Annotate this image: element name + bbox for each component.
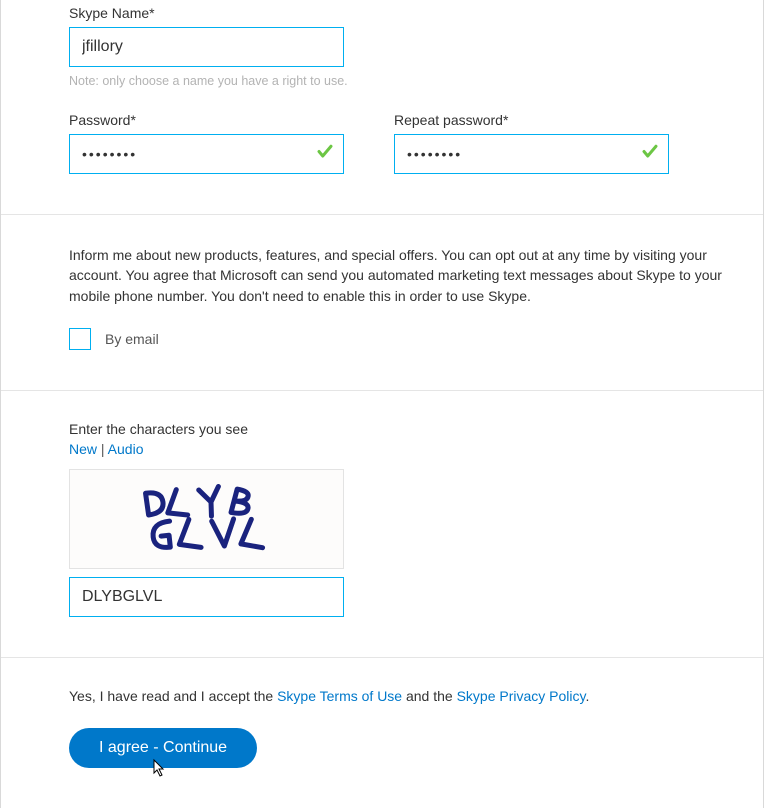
skype-name-label: Skype Name* <box>69 5 731 21</box>
terms-of-use-link[interactable]: Skype Terms of Use <box>277 688 402 704</box>
email-checkbox[interactable] <box>69 328 91 350</box>
terms-section: Yes, I have read and I accept the Skype … <box>1 657 763 808</box>
marketing-section: Inform me about new products, features, … <box>1 214 763 390</box>
repeat-password-input[interactable] <box>394 134 669 174</box>
agree-continue-button[interactable]: I agree - Continue <box>69 728 257 768</box>
password-label: Password* <box>69 112 344 128</box>
skype-name-hint: Note: only choose a name you have a righ… <box>69 74 731 88</box>
captcha-section: Enter the characters you see New | Audio <box>1 390 763 657</box>
captcha-new-link[interactable]: New <box>69 441 97 457</box>
captcha-input[interactable] <box>69 577 344 617</box>
check-icon <box>316 143 334 166</box>
password-input[interactable] <box>69 134 344 174</box>
credentials-section: Skype Name* Note: only choose a name you… <box>1 0 763 214</box>
email-checkbox-label: By email <box>105 331 159 347</box>
captcha-prompt: Enter the characters you see <box>69 421 731 437</box>
skype-name-input[interactable] <box>69 27 344 67</box>
captcha-image <box>69 469 344 569</box>
repeat-password-label: Repeat password* <box>394 112 669 128</box>
privacy-policy-link[interactable]: Skype Privacy Policy <box>457 688 586 704</box>
link-separator: | <box>101 441 108 457</box>
terms-text: Yes, I have read and I accept the Skype … <box>69 688 731 704</box>
marketing-text: Inform me about new products, features, … <box>69 245 731 306</box>
check-icon <box>641 143 659 166</box>
captcha-audio-link[interactable]: Audio <box>108 441 144 457</box>
